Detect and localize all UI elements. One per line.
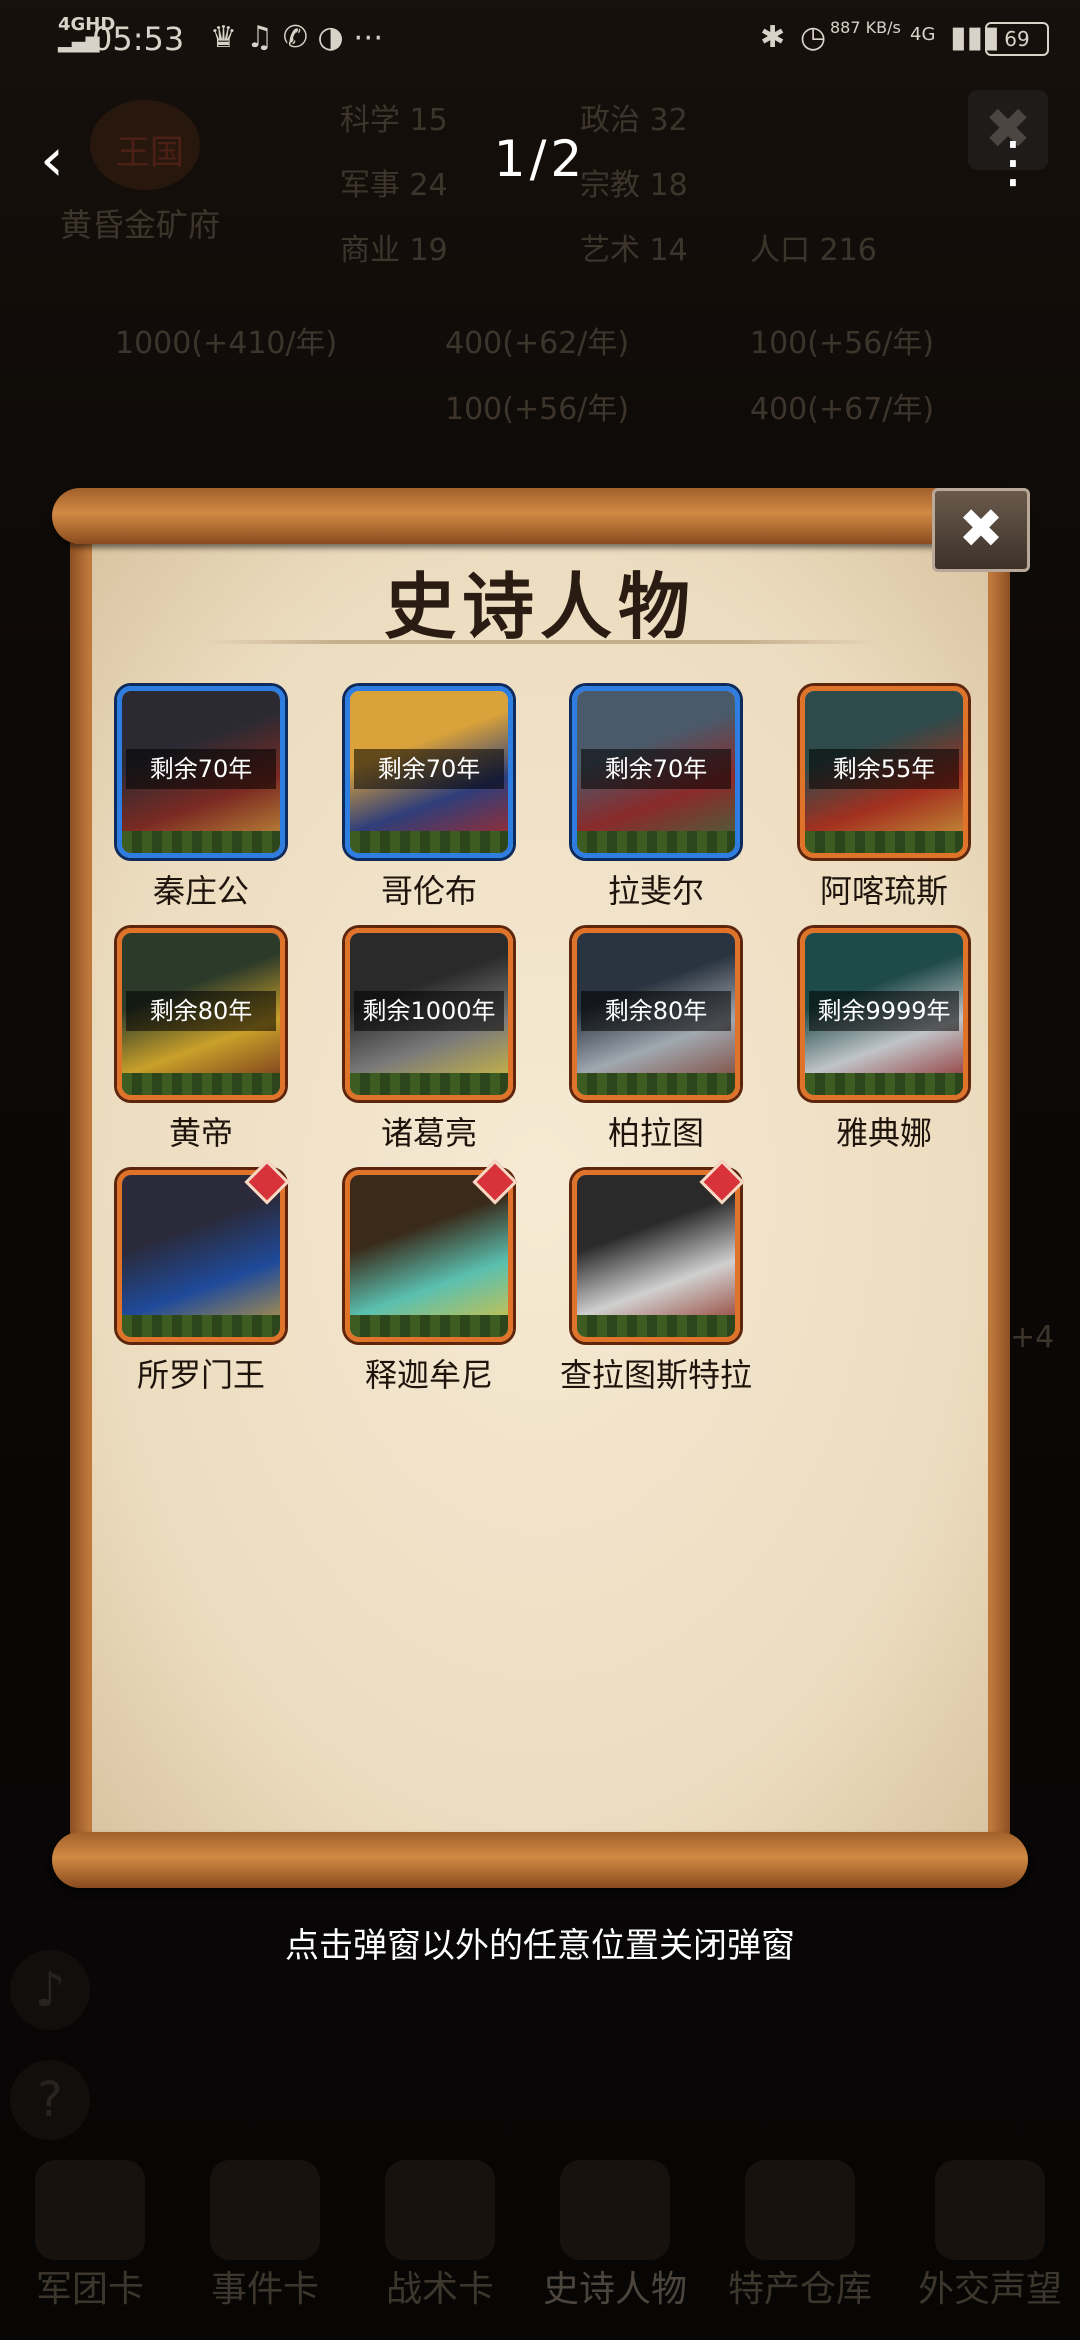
remaining-years-label: 剩余9999年 (809, 991, 959, 1031)
status-bar: 4GHD ▂▄▆ 05:53 ♛ ♫ ✆ ◑ ⋯ ✱ ◷ 887 KB/s 4G… (0, 0, 1080, 80)
notification-icons: ♛ ♫ ✆ ◑ ⋯ (210, 20, 384, 55)
card-grass-border (122, 831, 280, 853)
character-card[interactable]: 剩余70年 (117, 686, 285, 858)
clock: 05:53 (92, 20, 185, 58)
card-grass-border (805, 1073, 963, 1095)
card-grass-border (577, 1073, 735, 1095)
card-grass-border (805, 831, 963, 853)
card-grass-border (122, 1315, 280, 1337)
remaining-years-label: 剩余1000年 (354, 991, 504, 1031)
remaining-years-label: 剩余70年 (126, 749, 276, 789)
character-name: 哥伦布 (380, 872, 477, 910)
card-grass-border (122, 1073, 280, 1095)
character-name: 诸葛亮 (380, 1114, 477, 1152)
character-portrait (350, 1175, 508, 1337)
character-name: 查拉图斯特拉 (559, 1356, 752, 1394)
remaining-years-label: 剩余70年 (354, 749, 504, 789)
remaining-years-label: 剩余80年 (126, 991, 276, 1031)
remaining-years-label: 剩余70年 (581, 749, 731, 789)
remaining-years-label: 剩余55年 (809, 749, 959, 789)
card-grass-border (350, 1073, 508, 1095)
character-grid: 剩余70年秦庄公 剩余70年哥伦布 剩余70年拉斐尔 剩余55年阿喀琉斯剩余80年黄帝… (52, 488, 1028, 1888)
card-grass-border (350, 831, 508, 853)
character-card[interactable]: 剩余1000年 (345, 928, 513, 1100)
more-menu-button[interactable]: ⋮ (985, 130, 1041, 195)
back-button[interactable]: ‹ (40, 125, 64, 195)
character-name: 阿喀琉斯 (819, 872, 948, 910)
character-card[interactable]: 剩余80年 (117, 928, 285, 1100)
network-speed: 887 KB/s (830, 18, 901, 37)
character-name: 释迦牟尼 (364, 1356, 493, 1394)
character-card[interactable]: 剩余80年 (572, 928, 740, 1100)
battery-indicator: 69 (985, 22, 1049, 56)
alarm-icon: ◷ (800, 20, 827, 55)
page-counter: 1/2 (493, 130, 587, 188)
character-portrait (577, 1175, 735, 1337)
character-name: 秦庄公 (152, 872, 249, 910)
remaining-years-label: 剩余80年 (581, 991, 731, 1031)
character-name: 柏拉图 (607, 1114, 704, 1152)
bluetooth-icon: ✱ (760, 20, 786, 55)
character-name: 拉斐尔 (607, 872, 704, 910)
character-name: 黄帝 (168, 1114, 233, 1152)
character-portrait (122, 1175, 280, 1337)
card-grass-border (350, 1315, 508, 1337)
character-name: 雅典娜 (835, 1114, 932, 1152)
epic-characters-dialog: 史诗人物 ✖ 剩余70年 秦庄公 剩余70年 哥伦布 剩余70年 拉斐尔 剩余55年 阿喀琉斯… (52, 488, 1030, 1888)
character-name: 所罗门王 (136, 1356, 265, 1394)
signal-type: 4G (910, 24, 936, 45)
character-card[interactable]: 剩余55年 (800, 686, 968, 858)
character-card[interactable]: 剩余70年 (572, 686, 740, 858)
character-card[interactable]: 剩余70年 (345, 686, 513, 858)
close-hint-text: 点击弹窗以外的任意位置关闭弹窗 (285, 1926, 795, 1966)
card-grass-border (577, 831, 735, 853)
character-card[interactable]: 剩余9999年 (800, 928, 968, 1100)
card-grass-border (577, 1315, 735, 1337)
